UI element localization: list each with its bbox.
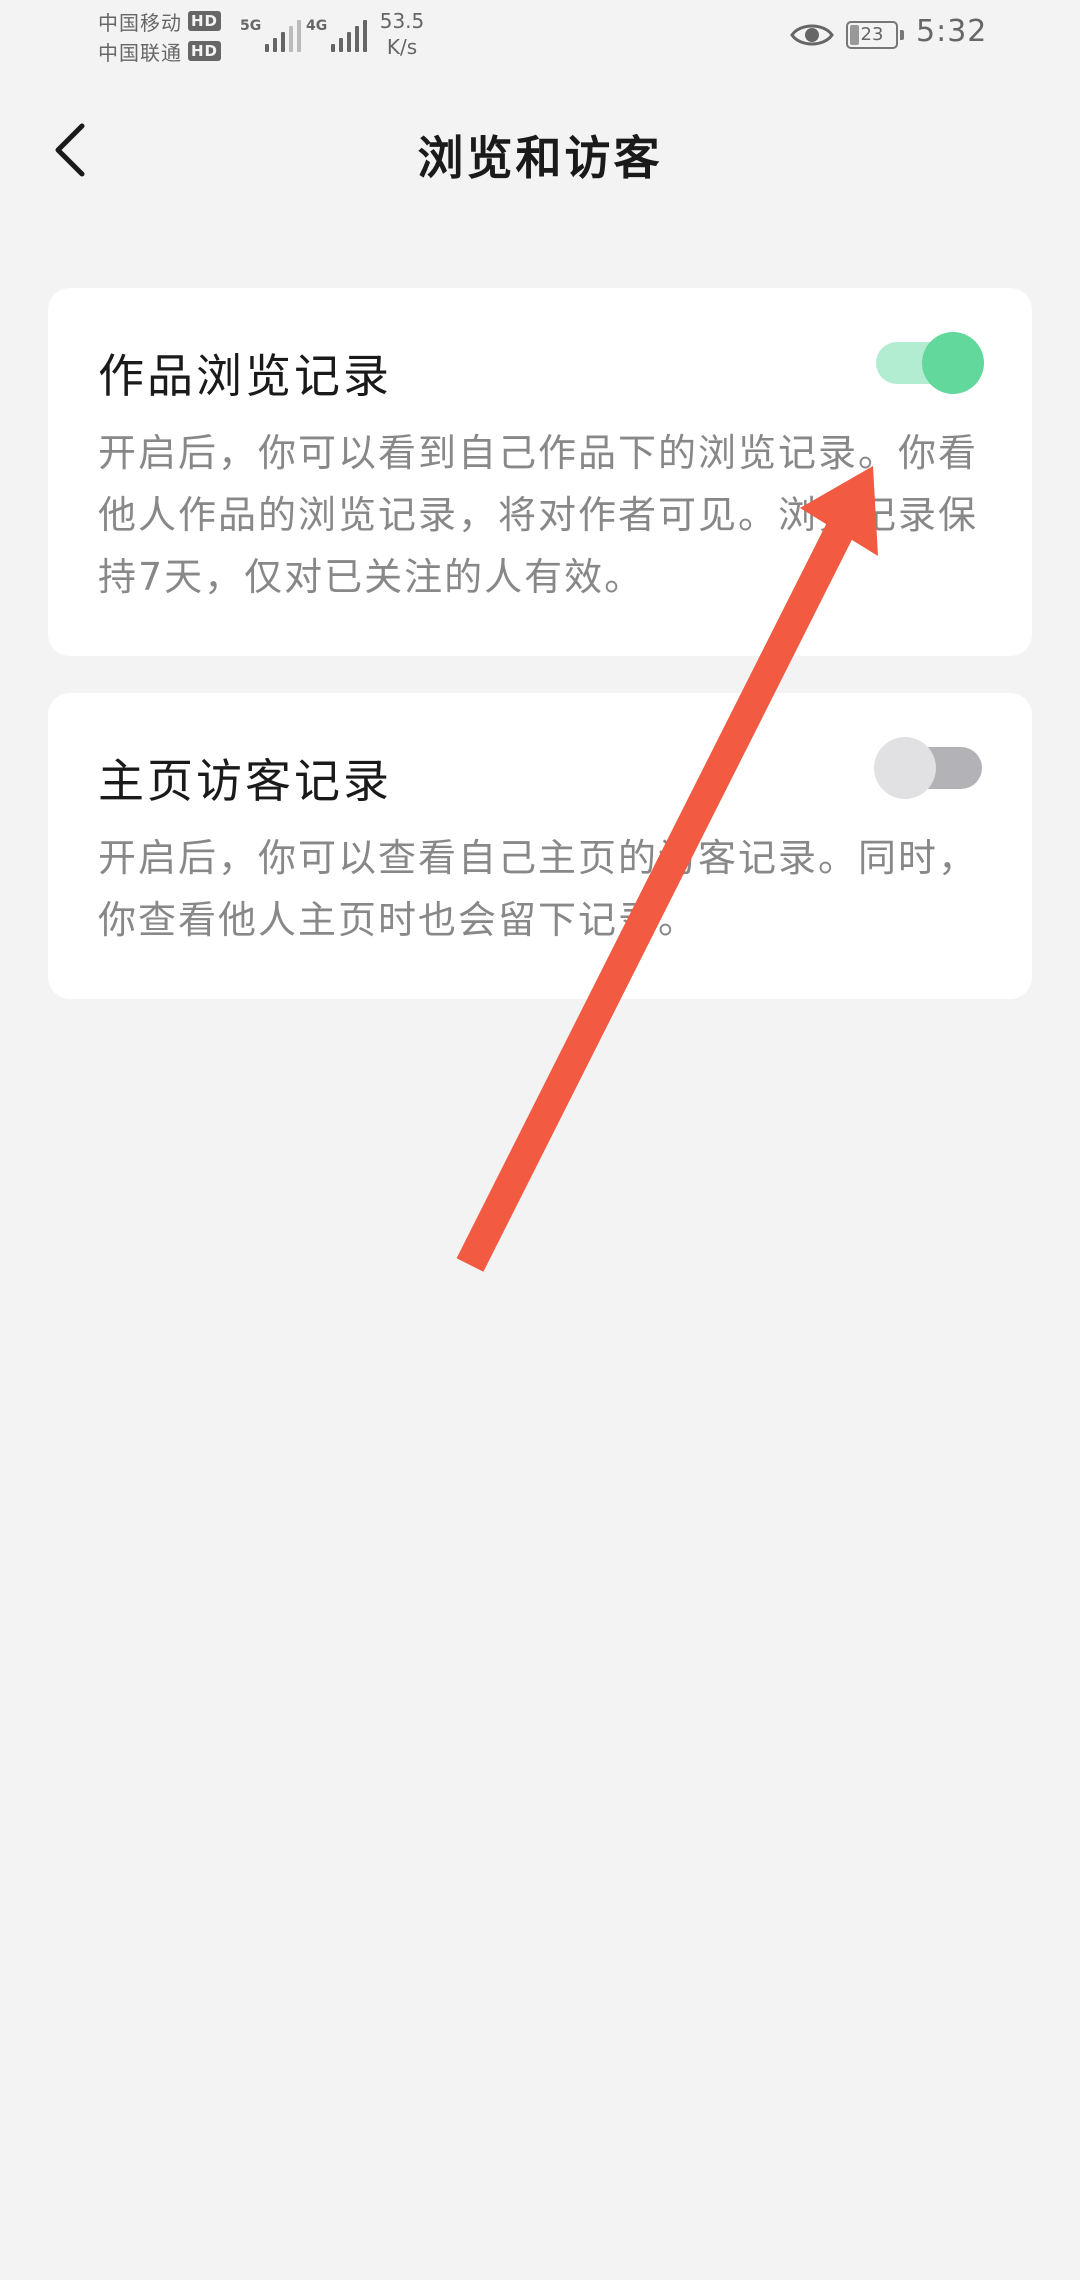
signal-4g: 4G: [306, 12, 368, 52]
carrier-1: 中国移动 HD: [98, 6, 238, 36]
eye-comfort-icon: [790, 20, 834, 54]
status-time: 5:32: [916, 14, 988, 49]
signal-5g: 5G: [240, 12, 302, 52]
nav-bar: 浏览和访客: [0, 100, 1080, 200]
hd-badge: HD: [188, 41, 222, 61]
work-views-toggle[interactable]: [874, 332, 984, 394]
carrier-block: 中国移动 HD 中国联通 HD: [98, 6, 238, 66]
carrier-2: 中国联通 HD: [98, 36, 238, 66]
network-speed-unit: K/s: [386, 35, 418, 59]
page-title: 浏览和访客: [417, 131, 663, 185]
setting-description: 开启后，你可以看到自己作品下的浏览记录。你看他人作品的浏览记录，将对作者可见。浏…: [98, 431, 979, 599]
toggle-knob: [874, 737, 936, 799]
carrier-2-name: 中国联通: [98, 40, 182, 65]
network-speed-value: 53.5: [379, 9, 425, 33]
network-type-4g: 4G: [306, 18, 328, 34]
signal-bars-icon: [265, 18, 302, 52]
screen: 中国移动 HD 中国联通 HD 5G 4G 53.5 K/s 23 5:32 浏…: [0, 0, 1080, 2280]
setting-description: 开启后，你可以查看自己主页的访客记录。同时，你查看他人主页时也会留下记录。: [98, 836, 979, 942]
network-speed: 53.5 K/s: [372, 8, 432, 60]
setting-card-profile-visitors: 主页访客记录 开启后，你可以查看自己主页的访客记录。同时，你查看他人主页时也会留…: [48, 693, 1032, 999]
battery-level-text: 23: [860, 24, 884, 45]
setting-title: 主页访客记录: [98, 754, 392, 808]
toggle-knob: [922, 332, 984, 394]
battery-icon: 23: [846, 21, 904, 49]
network-type-5g: 5G: [240, 18, 262, 34]
carrier-1-name: 中国移动: [98, 10, 182, 35]
setting-card-work-views: 作品浏览记录 开启后，你可以看到自己作品下的浏览记录。你看他人作品的浏览记录，将…: [48, 288, 1032, 656]
status-bar: 中国移动 HD 中国联通 HD 5G 4G 53.5 K/s 23 5:32: [0, 0, 1080, 72]
profile-visitors-toggle[interactable]: [874, 737, 984, 799]
signal-bars-icon: [331, 18, 368, 52]
setting-title: 作品浏览记录: [98, 349, 392, 403]
hd-badge: HD: [188, 11, 222, 31]
